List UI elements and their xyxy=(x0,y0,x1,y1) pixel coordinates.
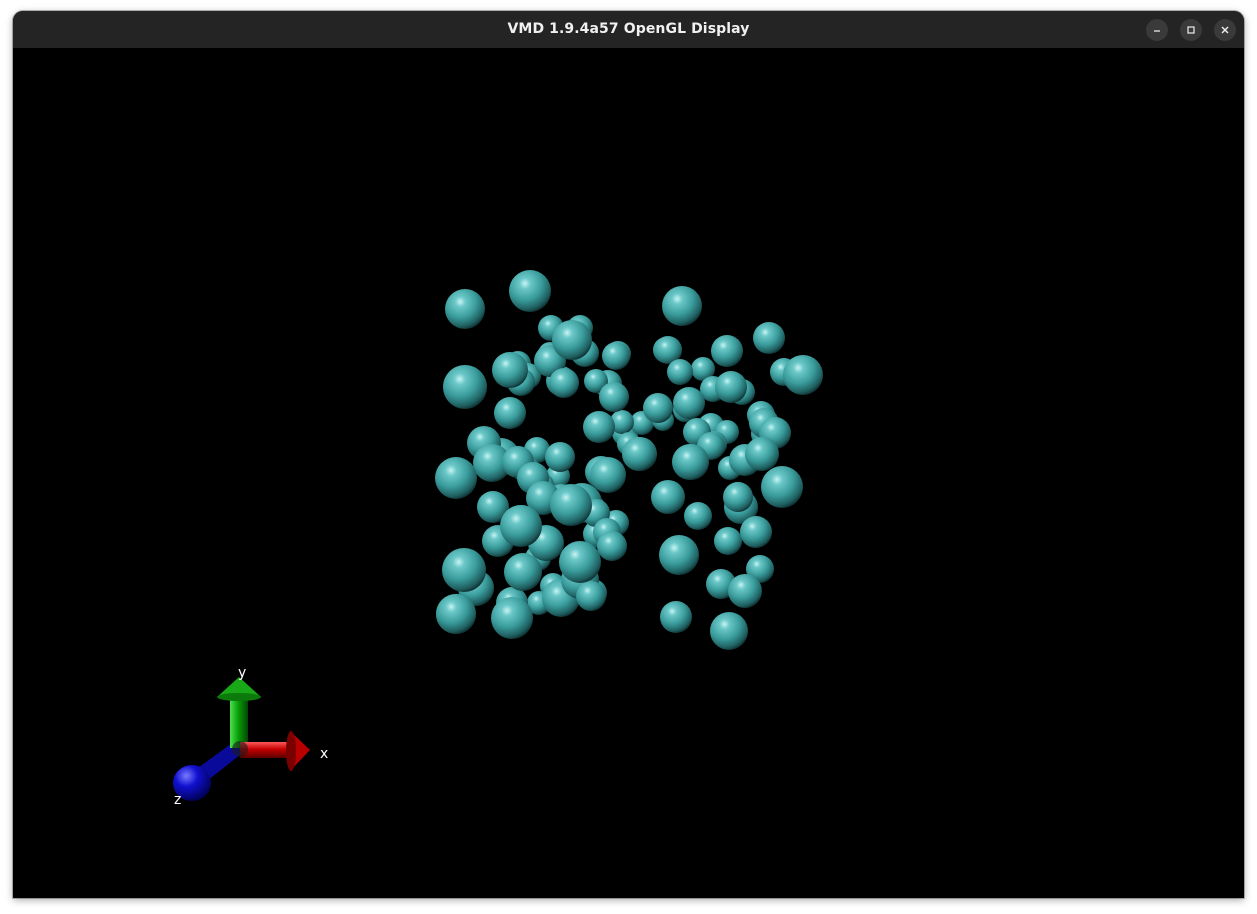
atom-sphere xyxy=(550,484,592,526)
atom-sphere xyxy=(445,289,485,329)
atom-sphere xyxy=(491,597,533,639)
atom-sphere xyxy=(504,553,542,591)
atom-sphere xyxy=(673,444,709,480)
atom-sphere xyxy=(552,320,592,360)
y-axis-label: y xyxy=(238,665,246,681)
atom-sphere xyxy=(684,502,712,530)
atom-sphere xyxy=(509,270,551,312)
x-axis-label: x xyxy=(320,746,328,762)
close-icon xyxy=(1221,26,1229,34)
atom-sphere xyxy=(500,505,542,547)
opengl-viewport[interactable]: y x z xyxy=(13,48,1244,898)
atom-sphere xyxy=(494,397,526,429)
atom-sphere xyxy=(728,574,762,608)
atom-sphere xyxy=(590,457,626,493)
title-bar[interactable]: VMD 1.9.4a57 OpenGL Display xyxy=(13,11,1244,48)
atom-sphere xyxy=(443,365,487,409)
atom-sphere xyxy=(723,482,753,512)
atom-sphere xyxy=(740,516,772,548)
atom-sphere xyxy=(545,442,575,472)
atom-sphere xyxy=(711,335,743,367)
axes-indicator: y x z xyxy=(173,665,328,808)
atom-spheres xyxy=(435,270,823,650)
atom-sphere xyxy=(597,531,627,561)
atom-sphere xyxy=(492,352,528,388)
atom-sphere xyxy=(576,581,606,611)
atom-sphere xyxy=(753,322,785,354)
y-axis-head-base xyxy=(217,693,261,701)
minimize-button[interactable] xyxy=(1146,19,1168,41)
window-title: VMD 1.9.4a57 OpenGL Display xyxy=(507,21,750,37)
minimize-icon xyxy=(1154,30,1160,32)
molecule-scene: y x z xyxy=(173,270,823,808)
atom-sphere xyxy=(714,527,742,555)
atom-sphere xyxy=(659,535,699,575)
atom-sphere xyxy=(436,594,476,634)
atom-sphere xyxy=(715,371,747,403)
axes-origin xyxy=(232,741,248,757)
atom-sphere xyxy=(549,368,579,398)
atom-sphere xyxy=(761,466,803,508)
atom-sphere xyxy=(559,541,601,583)
atom-sphere xyxy=(667,359,693,385)
atom-sphere xyxy=(435,457,477,499)
atom-sphere xyxy=(783,355,823,395)
atom-sphere xyxy=(660,601,692,633)
atom-sphere xyxy=(710,612,748,650)
atom-sphere xyxy=(745,437,779,471)
atom-sphere xyxy=(673,387,705,419)
z-axis-label: z xyxy=(174,792,181,808)
atom-sphere xyxy=(622,437,656,471)
close-button[interactable] xyxy=(1214,19,1236,41)
y-axis-shaft xyxy=(230,696,248,748)
atom-sphere xyxy=(602,342,630,370)
atom-sphere xyxy=(651,480,685,514)
atom-sphere xyxy=(442,548,486,592)
maximize-icon xyxy=(1187,26,1195,34)
vmd-display-window: VMD 1.9.4a57 OpenGL Display y x z xyxy=(13,11,1244,898)
maximize-button[interactable] xyxy=(1180,19,1202,41)
atom-sphere xyxy=(643,393,673,423)
x-axis-head-base xyxy=(286,731,296,771)
atom-sphere xyxy=(583,411,615,443)
atom-sphere xyxy=(599,382,629,412)
atom-sphere xyxy=(662,286,702,326)
